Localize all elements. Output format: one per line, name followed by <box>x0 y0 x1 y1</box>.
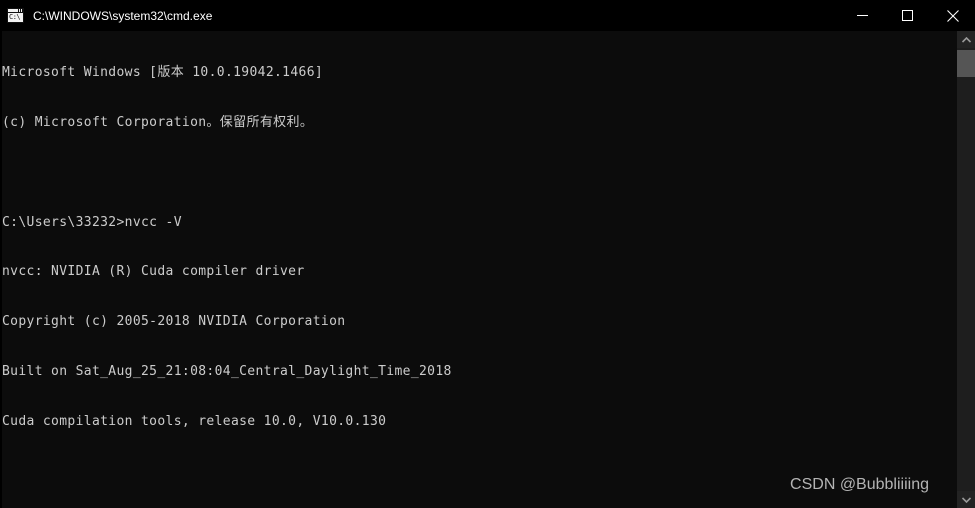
close-button[interactable] <box>930 0 975 31</box>
console-line: Cuda compilation tools, release 10.0, V1… <box>2 413 387 429</box>
console-output-area[interactable]: Microsoft Windows [版本 10.0.19042.1466] (… <box>0 31 957 508</box>
window-controls <box>840 0 975 31</box>
console-line: Microsoft Windows [版本 10.0.19042.1466] <box>2 65 324 81</box>
csdn-watermark: CSDN @Bubbliiiing <box>790 476 929 493</box>
window-title: C:\WINDOWS\system32\cmd.exe <box>33 8 213 23</box>
cmd-icon-glyph: C:\ <box>9 13 21 21</box>
minimize-button[interactable] <box>840 0 885 31</box>
console-line: Built on Sat_Aug_25_21:08:04_Central_Day… <box>2 363 452 379</box>
vertical-scrollbar[interactable] <box>957 31 975 508</box>
console-line: nvcc: NVIDIA (R) Cuda compiler driver <box>2 264 305 280</box>
title-bar[interactable]: C:\ C:\WINDOWS\system32\cmd.exe <box>0 0 975 31</box>
console-text-block: Microsoft Windows [版本 10.0.19042.1466] (… <box>2 32 452 508</box>
cmd-console-icon: C:\ <box>7 8 24 23</box>
scroll-down-arrow-icon[interactable] <box>957 491 975 508</box>
console-line: Copyright (c) 2005-2018 NVIDIA Corporati… <box>2 314 346 330</box>
scroll-up-arrow-icon[interactable] <box>957 31 975 48</box>
scrollbar-thumb[interactable] <box>957 50 975 77</box>
console-line: C:\Users\33232>nvcc -V <box>2 214 182 230</box>
scrollbar-track[interactable] <box>957 48 975 491</box>
cmd-window: C:\ C:\WINDOWS\system32\cmd.exe Microsof… <box>0 0 975 508</box>
maximize-button[interactable] <box>885 0 930 31</box>
console-line: (c) Microsoft Corporation。保留所有权利。 <box>2 114 314 130</box>
